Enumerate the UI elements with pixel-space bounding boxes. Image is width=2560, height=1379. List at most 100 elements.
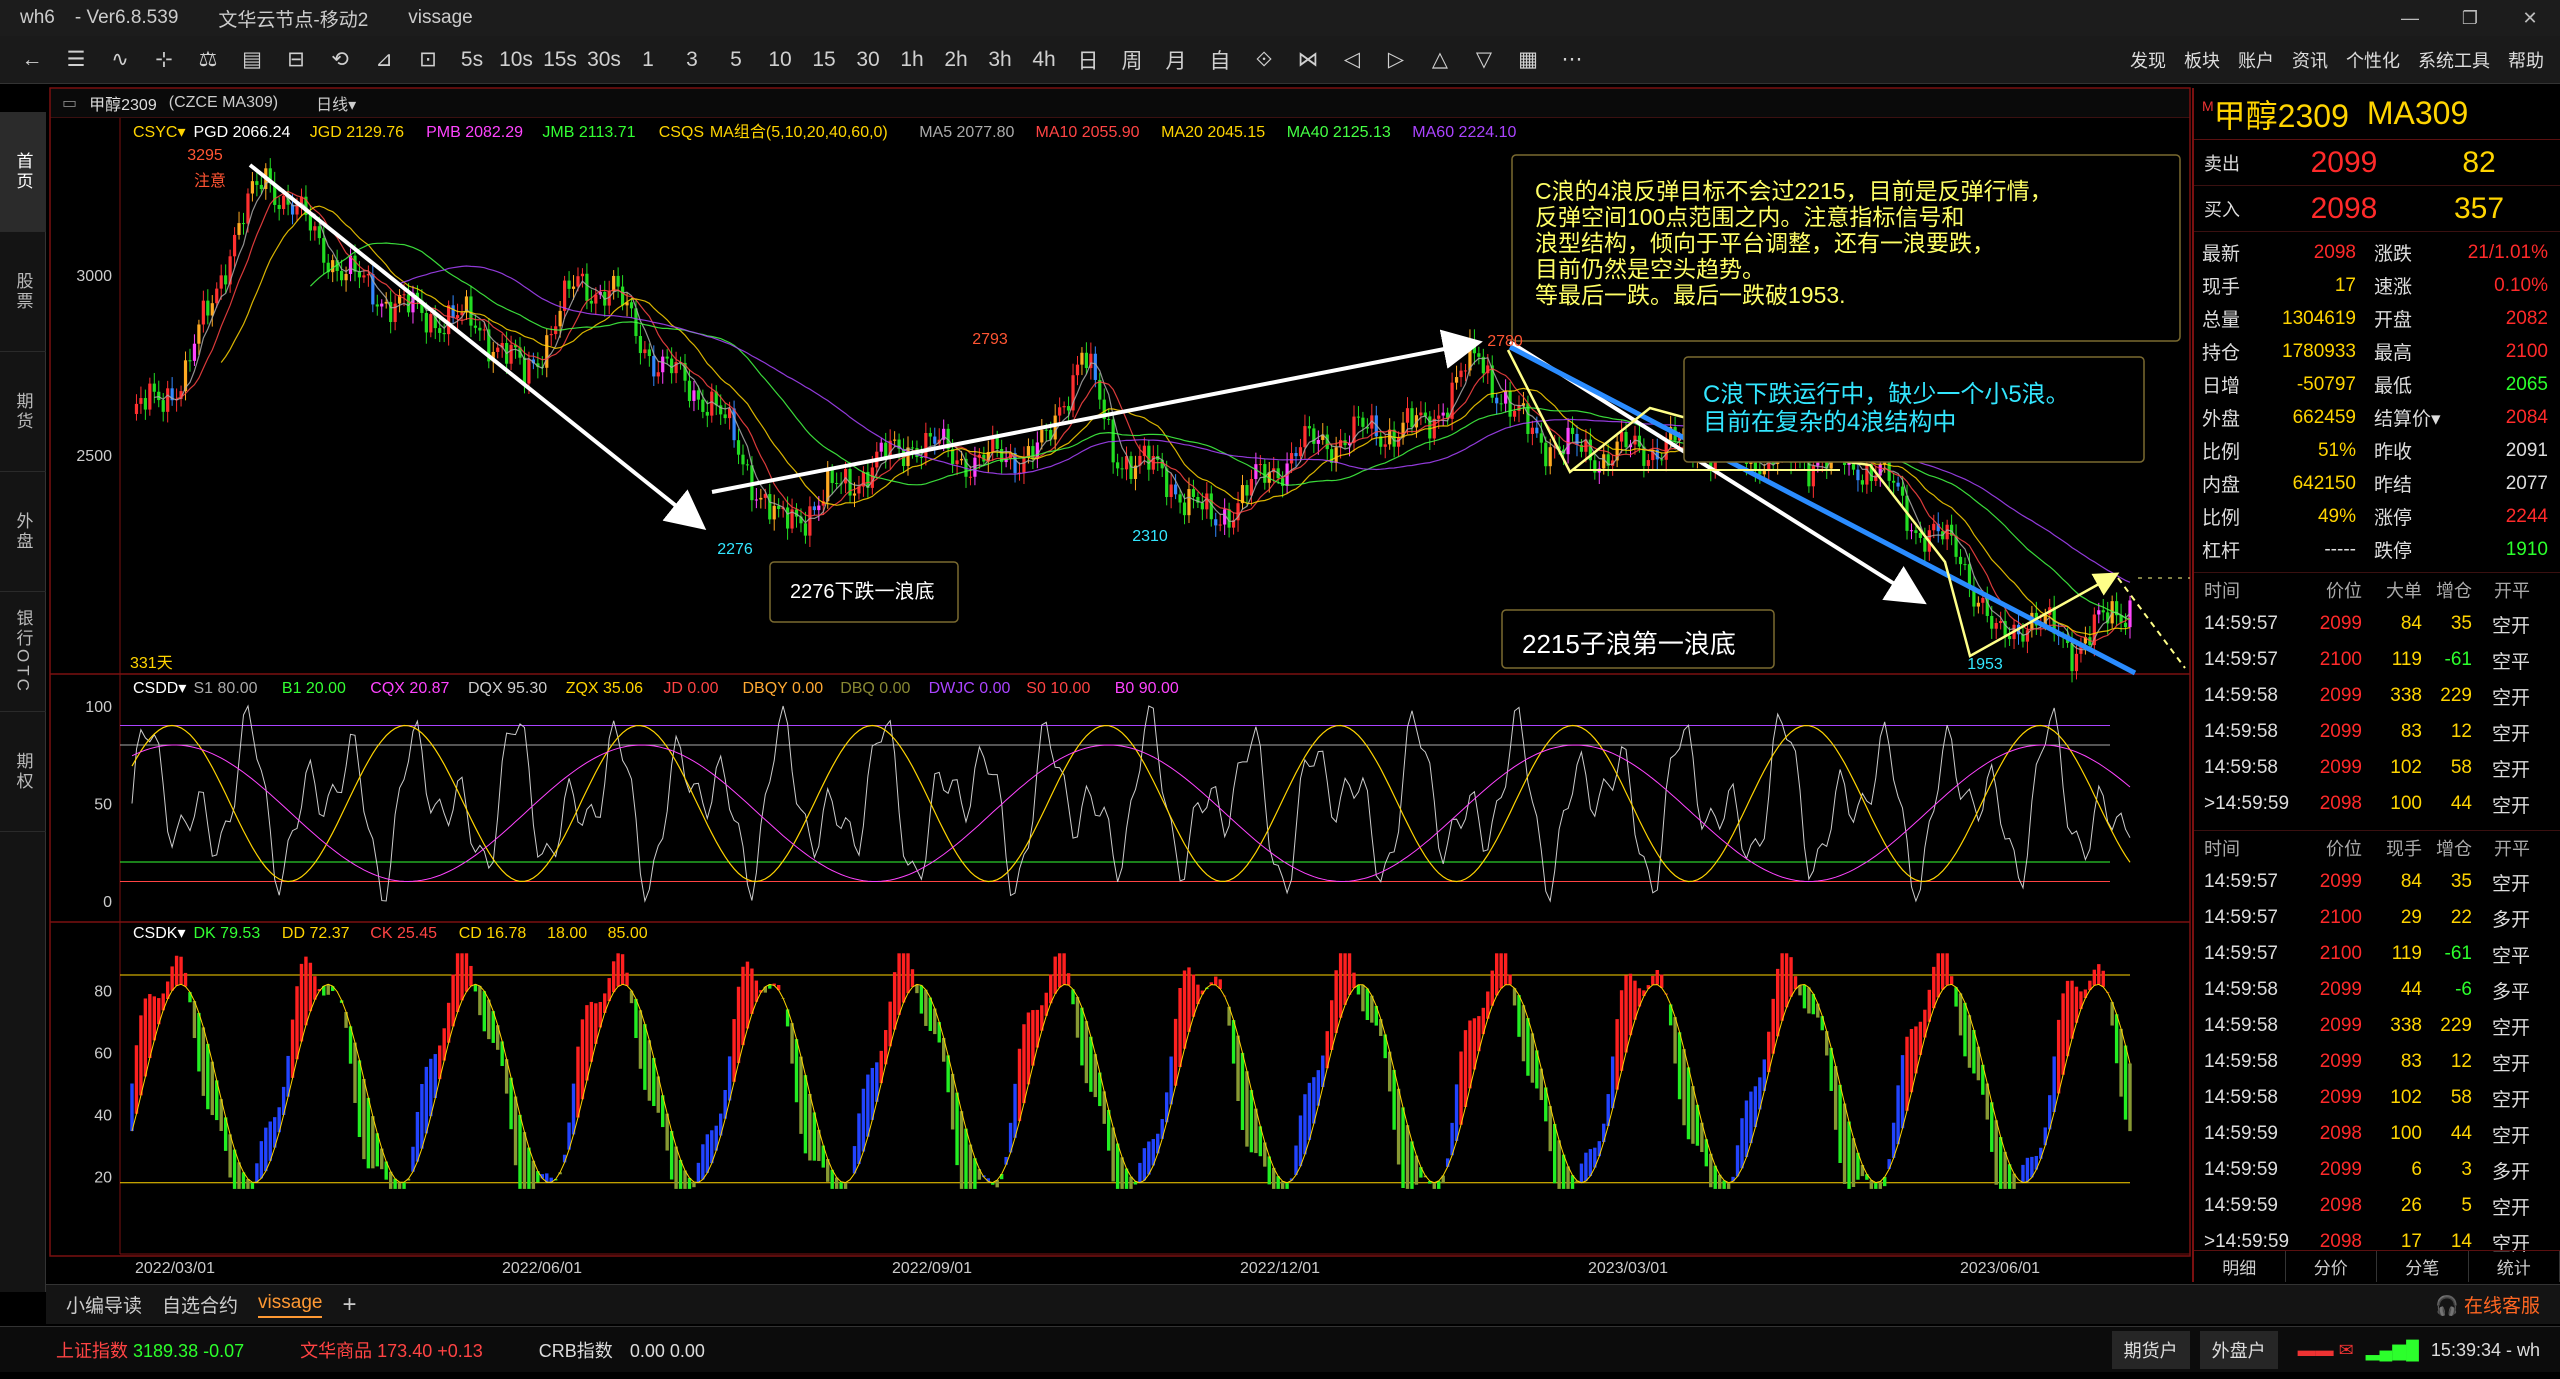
tick-price: 2099 [2319,1015,2362,1036]
tick-price: 2099 [2319,685,2362,706]
ask-row[interactable]: 卖出 2099 82 [2194,140,2560,186]
candle-body [166,388,170,412]
tick-type: 空开 [2491,1017,2530,1039]
candle-body [322,238,326,263]
legend-item: JGD 2129.76 [310,124,404,141]
candle-body [1356,416,1361,418]
tick-price: 2099 [2319,613,2362,634]
sub2-tick: 40 [94,1108,112,1125]
legend-item: DBQ 0.00 [840,680,910,697]
market-flag: M [2202,98,2214,114]
signal-icon: ▂▄▆█ [2365,1339,2419,1360]
quote-panel: M 甲醇2309 MA309 卖出 2099 82 买入 2098 357 最新… [2192,88,2560,1282]
tick-row[interactable]: 14:59:59 2098 26 5 空开 [2194,1188,2560,1224]
candle-body [1120,468,1124,470]
tab-editor-guide[interactable]: 小编导读 [66,1291,142,1318]
tick-vol: 119 [2391,943,2422,964]
tick-row[interactable]: 14:59:57 2099 84 35 空开 [2194,606,2560,642]
tick-vol: 100 [2390,1123,2422,1144]
stat-label-2: 涨跌 [2374,244,2413,265]
tick-col-head: 价位 [2326,580,2362,601]
futures-account-button[interactable]: 期货户 [2111,1331,2190,1369]
candle-body [1116,462,1120,469]
candle-body [1463,370,1468,372]
tick-row[interactable]: 14:59:57 2100 119 -61 空平 [2194,936,2560,972]
tick-row[interactable]: 14:59:58 2099 102 58 空开 [2194,1080,2560,1116]
tick-price: 2099 [2319,757,2362,778]
csdk-indicator [120,953,2132,1189]
candle-body [1093,353,1097,380]
tick-row[interactable]: 14:59:58 2099 44 -6 多平 [2194,972,2560,1008]
candle-body [1392,429,1396,447]
tab-watchlist[interactable]: 自选合约 [162,1291,238,1318]
x-date: 2022/06/01 [502,1260,582,1277]
tick-row[interactable]: 14:59:57 2100 119 -61 空平 [2194,642,2560,678]
tick-row[interactable]: 14:59:58 2099 338 229 空开 [2194,678,2560,714]
index-shanghai[interactable]: 上证指数 3189.38 -0.07 [56,1337,244,1363]
stat-row: 外盘 662459 结算价▾ 2084 [2194,401,2560,434]
stat-row: 持仓 1780933 最高 2100 [2194,335,2560,368]
tick-oi: 229 [2440,685,2472,706]
candle-body [496,347,500,352]
stat-value-2: 0.10% [2494,274,2548,296]
bid-volume: 357 [2453,191,2505,225]
tick-type: 空开 [2491,1089,2530,1111]
stat-row: 最新 2098 涨跌 21/1.01% [2194,236,2560,269]
quote-tab-0[interactable]: 明细 [2194,1251,2286,1282]
candle-body [2070,642,2074,672]
candle-body [1495,397,1499,404]
candle-body [442,332,446,335]
tick-row[interactable]: 14:59:58 2099 83 12 空开 [2194,1044,2560,1080]
tick-row[interactable]: 14:59:58 2099 338 229 空开 [2194,1008,2560,1044]
foreign-account-button[interactable]: 外盘户 [2199,1331,2278,1369]
stat-value-2: 2100 [2505,340,2548,362]
tick-type: 空平 [2491,651,2530,673]
candle-body [826,469,830,502]
candle-body [340,270,344,281]
candle-body [585,273,589,301]
bid-row[interactable]: 买入 2098 357 [2194,186,2560,232]
candle-body [206,300,210,316]
candle-body [620,286,625,306]
chart-canvas[interactable]: CSYC▾ PGD 2066.24 JGD 2129.76 PMB 2082.29 JM… [0,0,2560,1379]
index2-change: +0.13 [437,1340,483,1361]
candle-body [1187,489,1191,516]
annotation2-line: 目前在复杂的4浪结构中 [1703,409,1956,436]
tick-row[interactable]: 14:59:59 2099 6 3 多开 [2194,1152,2560,1188]
tick-row[interactable]: 14:59:58 2099 83 12 空开 [2194,714,2560,750]
candle-body [1602,454,1606,469]
candle-body [955,460,959,465]
stat-value: 1304619 [2282,307,2356,329]
tick-row[interactable]: 14:59:58 2099 102 58 空开 [2194,750,2560,786]
tick-type: 多开 [2491,1161,2530,1183]
tick-time: 14:59:58 [2204,685,2278,706]
tick-row[interactable]: 14:59:57 2100 29 22 多开 [2194,900,2560,936]
candle-body [1758,471,1762,475]
legend-item: CK 25.45 [370,925,437,942]
y-tick-2500: 2500 [76,448,112,465]
quote-tab-3[interactable]: 统计 [2469,1251,2560,1282]
candle-body [1022,457,1026,473]
tick-price: 2098 [2319,793,2362,814]
index3-change: 0.00 [669,1340,705,1361]
index1-value: 3189.38 [133,1340,199,1361]
index-wenhua[interactable]: 文华商品 173.40 +0.13 [300,1337,483,1363]
tick-row[interactable]: >14:59:59 2098 100 44 空开 [2194,786,2560,822]
annotation-line: 浪型结构，倾向于平台调整，还有一浪要跌， [1535,230,1995,256]
add-tab-button[interactable]: + [342,1291,356,1319]
tab-vissage[interactable]: vissage [258,1292,323,1318]
tick-row[interactable]: 14:59:59 2098 100 44 空开 [2194,1116,2560,1152]
quote-tab-2[interactable]: 分笔 [2377,1251,2469,1282]
candle-body [1075,364,1080,376]
index-crb[interactable]: CRB指数 0.00 0.00 [539,1337,705,1363]
stat-value-2: 1910 [2505,538,2548,560]
quote-tab-1[interactable]: 分价 [2286,1251,2377,1282]
candle-body [1900,486,1905,496]
online-service-button[interactable]: 🎧 在线客服 [2435,1291,2540,1318]
tick-time: >14:59:59 [2204,793,2290,814]
tick-row[interactable]: 14:59:57 2099 84 35 空开 [2194,864,2560,900]
tick-col-head: 时间 [2204,838,2240,859]
tick-time: 14:59:58 [2204,1087,2278,1108]
candle-body [1044,429,1048,431]
ask-label: 卖出 [2204,153,2240,174]
